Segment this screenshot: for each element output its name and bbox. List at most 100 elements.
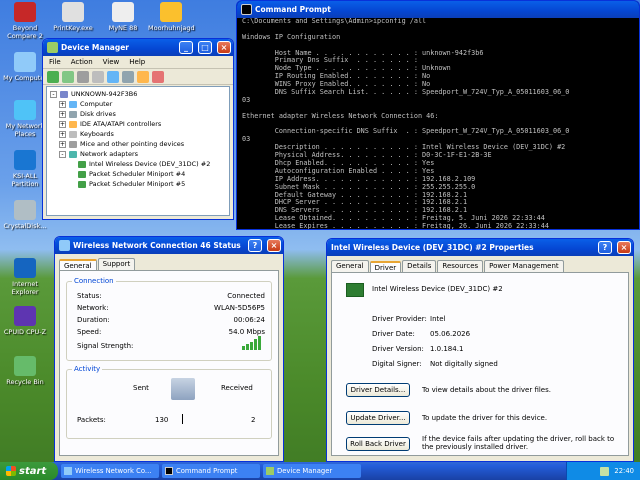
taskbar-button-label: Command Prompt	[176, 467, 238, 475]
device-manager-titlebar[interactable]: Device Manager _ □ ×	[43, 39, 233, 56]
device-icon	[78, 180, 86, 188]
command-prompt-window: Command Prompt C:\Documents and Settings…	[236, 0, 640, 230]
tree-item[interactable]: + IDE ATA/ATAPI controllers	[50, 119, 226, 129]
expander-icon[interactable]: +	[59, 100, 66, 108]
cmd-icon	[165, 467, 173, 475]
tree-item[interactable]: + Computer	[50, 99, 226, 109]
desktop-icon[interactable]: Moorhuhnjagd	[148, 2, 195, 32]
update-driver-icon[interactable]	[137, 71, 149, 83]
tree-item-label: Disk drives	[80, 110, 116, 118]
print-icon[interactable]	[92, 71, 104, 83]
forward-icon[interactable]	[62, 71, 74, 83]
update-driver-button[interactable]: Update Driver...	[346, 411, 410, 425]
driver-version-value: 1.0.184.1	[430, 345, 464, 353]
taskbar-button-device-manager[interactable]: Device Manager	[263, 464, 361, 478]
desktop-icon[interactable]: MyNE 88	[100, 2, 146, 32]
expander-icon[interactable]: +	[59, 120, 66, 128]
wireless-tray-icon[interactable]	[600, 466, 610, 476]
device-icon	[78, 170, 86, 178]
tab-strip: General Driver Details Resources Power M…	[327, 256, 633, 273]
expander-icon[interactable]: +	[59, 130, 66, 138]
desktop-icon-image	[14, 258, 36, 278]
driver-details-description: To view details about the driver files.	[422, 386, 551, 394]
command-prompt-titlebar[interactable]: Command Prompt	[237, 1, 639, 18]
properties-icon[interactable]	[77, 71, 89, 83]
tree-item[interactable]: Packet Scheduler Miniport #5	[50, 179, 226, 189]
toolbar	[43, 69, 233, 85]
properties-titlebar[interactable]: Intel Wireless Device (DEV_31DC) #2 Prop…	[327, 239, 633, 256]
menu-file[interactable]: File	[49, 58, 61, 66]
desktop-icon-label: Moorhuhnjagd	[148, 24, 195, 32]
expander-icon[interactable]: -	[50, 90, 57, 98]
tree-item[interactable]: - Network adapters	[50, 149, 226, 159]
desktop-icon[interactable]: Internet Explorer	[2, 258, 48, 296]
tree-item-label: Packet Scheduler Miniport #4	[89, 170, 186, 178]
help-button[interactable]: ?	[598, 241, 612, 254]
close-button[interactable]: ×	[217, 41, 231, 54]
console-line: Ethernet adapter Wireless Network Connec…	[242, 111, 439, 120]
close-button[interactable]: ×	[267, 239, 281, 252]
speed-value: 54.0 Mbps	[228, 328, 265, 336]
console-output[interactable]: C:\Documents and Settings\Admin>ipconfig…	[240, 18, 636, 229]
taskbar-button-label: Wireless Network Co...	[75, 467, 152, 475]
desktop-icon[interactable]: CPUID CPU-Z	[2, 306, 48, 336]
tab-power-management[interactable]: Power Management	[484, 260, 564, 272]
connection-status-window: Wireless Network Connection 46 Status ? …	[54, 236, 284, 462]
expander-icon[interactable]: +	[59, 140, 66, 148]
device-icon	[69, 120, 77, 128]
maximize-button[interactable]: □	[198, 41, 212, 54]
desktop-icon[interactable]: PrintKey.exe	[50, 2, 96, 32]
expander-icon[interactable]: +	[59, 110, 66, 118]
tab-resources[interactable]: Resources	[437, 260, 484, 272]
sent-label: Sent	[133, 384, 149, 392]
tree-item[interactable]: + Disk drives	[50, 109, 226, 119]
connection-group-label: Connection	[72, 277, 116, 285]
console-line: DNS Suffix Search List. . . . . . : Spee…	[242, 88, 570, 97]
update-driver-description: To update the driver for this device.	[422, 414, 548, 422]
disable-icon[interactable]	[152, 71, 164, 83]
tree-item[interactable]: Packet Scheduler Miniport #4	[50, 169, 226, 179]
minimize-button[interactable]: _	[179, 41, 193, 54]
close-button[interactable]: ×	[617, 241, 631, 254]
duration-label: Duration:	[77, 316, 110, 324]
device-properties-window: Intel Wireless Device (DEV_31DC) #2 Prop…	[326, 238, 634, 462]
device-icon	[69, 150, 77, 158]
device-manager-icon	[266, 467, 274, 475]
desktop-icon-image	[112, 2, 134, 22]
desktop-icon[interactable]: Recycle Bin	[2, 356, 48, 386]
tab-details[interactable]: Details	[402, 260, 437, 272]
tree-item[interactable]: + Keyboards	[50, 129, 226, 139]
start-button[interactable]: start	[0, 462, 58, 480]
clock: 22:40	[614, 467, 634, 475]
tab-support[interactable]: Support	[97, 258, 136, 270]
menu-action[interactable]: Action	[71, 58, 93, 66]
desktop-icon[interactable]: Beyond Compare 2	[2, 2, 48, 40]
network-icon	[59, 240, 70, 251]
back-icon[interactable]	[47, 71, 59, 83]
driver-date-label: Driver Date:	[372, 330, 415, 338]
device-icon	[69, 140, 77, 148]
status-titlebar[interactable]: Wireless Network Connection 46 Status ? …	[55, 237, 283, 254]
help-button[interactable]: ?	[248, 239, 262, 252]
taskbar-button-status[interactable]: Wireless Network Co...	[61, 464, 159, 478]
device-icon	[78, 160, 86, 168]
desktop-icon-image	[160, 2, 182, 22]
driver-details-button[interactable]: Driver Details...	[346, 383, 410, 397]
tree-item-label: Computer	[80, 100, 113, 108]
help-icon[interactable]	[107, 71, 119, 83]
network-value: WLAN-5D56P5	[214, 304, 265, 312]
taskbar-button-cmd[interactable]: Command Prompt	[162, 464, 260, 478]
expander-icon[interactable]: -	[59, 150, 66, 158]
tree-item[interactable]: - UNKNOWN-942F3B6	[50, 89, 226, 99]
tab-general[interactable]: General	[331, 260, 369, 272]
device-icon	[60, 90, 68, 98]
tree-item[interactable]: Intel Wireless Device (DEV_31DC) #2	[50, 159, 226, 169]
tree-item-label: Mice and other pointing devices	[80, 140, 185, 148]
tree-item[interactable]: + Mice and other pointing devices	[50, 139, 226, 149]
scan-hardware-icon[interactable]	[122, 71, 134, 83]
start-label: start	[19, 465, 47, 477]
desktop-icon-image	[14, 52, 36, 72]
menu-view[interactable]: View	[103, 58, 120, 66]
roll-back-driver-button[interactable]: Roll Back Driver	[346, 437, 410, 451]
menu-help[interactable]: Help	[129, 58, 145, 66]
